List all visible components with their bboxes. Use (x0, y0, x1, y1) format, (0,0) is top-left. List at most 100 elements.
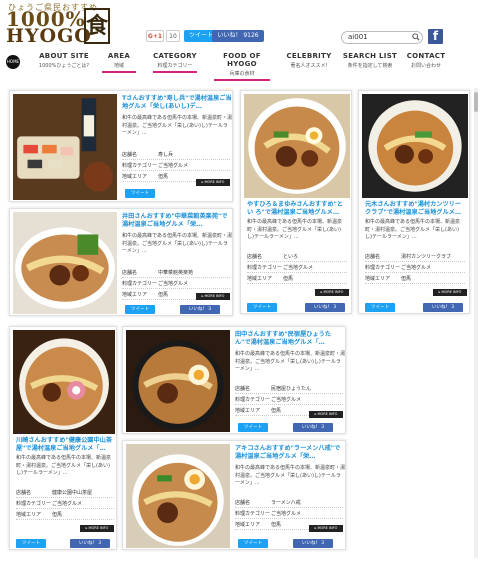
fb-like-button[interactable]: いいね！ 3 (305, 303, 345, 312)
fb-like-button[interactable]: いいね！ 3 (180, 305, 220, 314)
food-photo[interactable] (13, 94, 117, 200)
nav-contact-label: CONTACT (406, 52, 446, 60)
restaurant-card[interactable]: Tさんおすすめ"寿し兵"で湯村温泉ご当地グルメ「栄し(あいし)デ… 和牛の最高峰で… (9, 90, 233, 202)
info-key: 料理カテゴリー (122, 162, 158, 169)
info-row-store: 店舗名 といろ (247, 251, 347, 262)
nav-search-list[interactable]: SEARCH LIST 条件を指定して検索 (342, 52, 398, 69)
tweet-button[interactable]: ツイート (238, 423, 268, 432)
restaurant-card[interactable]: 元木さんおすすめ"湯村カンツリークラブ"で湯村温泉ご当地グルメ… 和牛の最高峰であ… (358, 90, 470, 314)
more-info-button[interactable]: ▸ MORE INFO (309, 525, 343, 532)
home-icon[interactable]: HOME (6, 55, 20, 69)
fb-like-button[interactable]: いいね！ 9126 (212, 30, 264, 42)
nav-area[interactable]: AREA 地域 (100, 52, 138, 73)
facebook-icon[interactable]: f (428, 29, 443, 44)
more-info-button[interactable]: ▸ MORE INFO (80, 525, 114, 532)
scrollbar-thumb[interactable] (474, 92, 478, 112)
restaurant-card[interactable]: 川崎さんおすすめ"健康公園中山茶屋"で湯村温泉ご当地グルメ「… 和牛の最高峰である… (9, 326, 117, 550)
card-title[interactable]: やすひろ＆まゆみさんおすすめ"とい ろ"で湯村温泉ご当地グルメ… (247, 201, 347, 218)
nav-search-list-sub: 条件を指定して検索 (347, 63, 393, 69)
info-value: 但馬 (52, 511, 63, 518)
card-title[interactable]: 元木さんおすすめ"湯村カンツリークラブ"で湯村温泉ご当地グルメ… (365, 201, 465, 218)
search-icon[interactable] (412, 33, 420, 41)
more-info-button[interactable]: ▸ MORE INFO (315, 289, 349, 296)
food-photo[interactable] (244, 94, 350, 198)
card-info-table: 店舗名 健康公園中山茶屋 料理カテゴリー ご当地グルメ 地域エリア 但馬 (16, 487, 114, 520)
nav-celebrity[interactable]: CELEBRITY 著名人オススメ! (284, 52, 334, 69)
info-value: 但馬 (271, 521, 282, 528)
info-row-category: 料理カテゴリー ご当地グルメ (365, 262, 465, 273)
restaurant-card[interactable]: 井田さんおすすめ"中華菜館英楽苑"で湯村温泉ご当地グルメ「栄… 和牛の最高峰である… (9, 208, 233, 316)
food-photo[interactable] (126, 330, 230, 432)
info-value: 中華菜館英楽苑 (158, 269, 194, 276)
card-title[interactable]: アキコさんおすすめ"ラーメン八戒"で湯村温泉ご当地グルメ「栄… (235, 445, 345, 462)
nav-food[interactable]: FOOD OF HYOGO 兵庫の食材 (212, 52, 272, 81)
nav-area-sub: 地域 (113, 63, 124, 69)
info-row-area: 地域エリア 但馬 (247, 273, 347, 284)
fb-like-button[interactable]: いいね！ 3 (293, 423, 333, 432)
more-info-button[interactable]: ▸ MORE INFO (309, 411, 343, 418)
card-title[interactable]: 井田さんおすすめ"中華菜館英楽苑"で湯村温泉ご当地グルメ「栄… (122, 213, 232, 230)
nav-category-underline (153, 71, 197, 73)
info-row-store: 店舗名 湯村カンツリークラブ (365, 251, 465, 262)
card-description: 和牛の最高峰である但馬牛の本場、新温泉町・湯村温泉。ご当地グルメ「栄し(あい)し… (365, 219, 460, 240)
more-info-button[interactable]: ▸ MORE INFO (196, 293, 230, 300)
card-title[interactable]: 川崎さんおすすめ"健康公園中山茶屋"で湯村温泉ご当地グルメ「… (16, 437, 114, 454)
food-photo[interactable] (13, 212, 117, 314)
fb-like-button[interactable]: いいね！ 3 (70, 539, 110, 548)
card-info-table: 店舗名 といろ 料理カテゴリー ご当地グルメ 地域エリア 但馬 (247, 251, 347, 284)
food-photo[interactable] (362, 94, 468, 198)
info-row-category: 料理カテゴリー ご当地グルメ (122, 160, 230, 171)
nav-about[interactable]: ABOUT SITE 1000%ひょうごとは? (38, 52, 90, 69)
card-title[interactable]: Tさんおすすめ"寿し兵"で湯村温泉ご当地グルメ「栄し(あいし)デ… (122, 95, 232, 112)
info-key: 店舗名 (122, 151, 138, 158)
card-description: 和牛の最高峰である但馬牛の本場、新温泉町・湯村温泉。ご当地グルメ「栄し(あい)し… (235, 465, 345, 486)
food-photo[interactable] (13, 330, 115, 434)
info-key: 地域エリア (235, 521, 261, 528)
card-description: 和牛の最高峰である但馬牛の本場、新温泉町・湯村温泉。ご当地グルメ「栄し(あい)し… (122, 233, 232, 254)
info-key: 店舗名 (16, 489, 32, 496)
info-value: ご当地グルメ (158, 162, 189, 169)
fb-like-button[interactable]: いいね！ 3 (423, 303, 463, 312)
restaurant-card[interactable]: アキコさんおすすめ"ラーメン八戒"で湯村温泉ご当地グルメ「栄… 和牛の最高峰である… (122, 440, 346, 550)
info-row-store: 店舗名 中華菜館英楽苑 (122, 267, 230, 278)
tweet-button[interactable]: ツイート (125, 305, 155, 314)
logo-kanji: 食 (84, 8, 110, 44)
tweet-button[interactable]: ツイート (247, 303, 277, 312)
info-value: ご当地グルメ (158, 280, 189, 287)
nav-search-list-label: SEARCH LIST (342, 52, 398, 60)
restaurant-card[interactable]: 田中さんおすすめ"民宿屋ひょうたん"で湯村温泉ご当地グルメ「… 和牛の最高峰である… (122, 326, 346, 434)
info-value: 湯村カンツリークラブ (401, 253, 452, 260)
info-key: 料理カテゴリー (365, 264, 401, 271)
tweet-button[interactable]: ツイート (16, 539, 46, 548)
scrollbar[interactable] (474, 88, 478, 558)
info-row-category: 料理カテゴリー ご当地グルメ (235, 508, 343, 519)
info-row-store: 店舗名 民宿屋ひょうたん (235, 383, 343, 394)
nav-food-sub: 兵庫の食材 (229, 71, 255, 77)
nav-contact[interactable]: CONTACT お問い合わせ (406, 52, 446, 69)
info-key: 地域エリア (247, 275, 273, 282)
food-photo[interactable] (126, 444, 230, 548)
gplus-button[interactable]: G+1 (146, 30, 164, 42)
nav-category[interactable]: CATEGORY 料理カテゴリー (150, 52, 200, 73)
info-row-category: 料理カテゴリー ご当地グルメ (235, 394, 343, 405)
info-row-category: 料理カテゴリー ご当地グルメ (247, 262, 347, 273)
restaurant-card[interactable]: やすひろ＆まゆみさんおすすめ"とい ろ"で湯村温泉ご当地グルメ… 和牛の最高峰であ… (240, 90, 352, 314)
info-key: 地域エリア (235, 407, 261, 414)
search-input[interactable]: ai001 (341, 31, 423, 44)
tweet-button[interactable]: ツイート (238, 539, 268, 548)
info-key: 料理カテゴリー (235, 510, 271, 517)
fb-like-button[interactable]: いいね！ 3 (293, 539, 333, 548)
gplus-count: 10 (166, 30, 180, 42)
site-logo[interactable]: 1000% HYOGO (6, 9, 92, 46)
tweet-button[interactable]: ツイート (125, 189, 155, 198)
info-key: 店舗名 (235, 385, 251, 392)
info-value: 但馬 (158, 291, 169, 298)
nav-area-label: AREA (107, 52, 131, 60)
tweet-button[interactable]: ツイート (365, 303, 395, 312)
nav-celebrity-label: CELEBRITY (286, 52, 332, 60)
more-info-button[interactable]: ▸ MORE INFO (433, 289, 467, 296)
logo-line-2: HYOGO (6, 25, 92, 47)
card-title[interactable]: 田中さんおすすめ"民宿屋ひょうたん"で湯村温泉ご当地グルメ「… (235, 331, 345, 348)
more-info-button[interactable]: ▸ MORE INFO (196, 179, 230, 186)
info-key: 地域エリア (122, 173, 148, 180)
